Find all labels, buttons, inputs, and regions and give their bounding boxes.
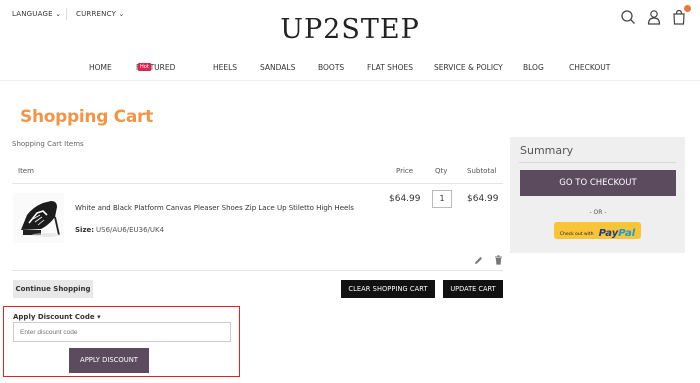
column-header-price: Price [396,167,414,175]
edit-icon[interactable] [474,256,483,265]
summary-title: Summary [520,144,574,157]
discount-toggle[interactable]: Apply Discount Code ▾ [13,313,101,321]
currency-selector[interactable]: CURRENCY ⌄ [76,10,125,18]
go-to-checkout-button[interactable]: GO TO CHECKOUT [520,170,676,196]
divider [12,270,503,271]
size-value: US6/AU6/EU36/UK4 [96,226,165,234]
search-icon[interactable] [620,9,636,25]
column-header-qty: Qty [435,167,448,175]
topbar: LANGUAGE ⌄ CURRENCY ⌄ UP2STEP [0,0,700,55]
caret-down-icon: ▾ [97,313,101,321]
update-cart-button[interactable]: UPDATE CART [443,280,503,298]
language-selector[interactable]: LANGUAGE ⌄ [12,10,61,18]
nav-item-home[interactable]: HOME [89,63,112,72]
clear-cart-button[interactable]: CLEAR SHOPPING CART [341,280,435,298]
user-icon[interactable] [646,9,662,25]
paypal-checkout-button[interactable]: Check out with PayPal [554,222,641,239]
chevron-down-icon: ⌄ [118,10,125,18]
apply-discount-button[interactable]: APPLY DISCOUNT [69,348,149,373]
quantity-input[interactable]: 1 [432,190,452,208]
column-header-subtotal: Subtotal [467,167,497,175]
item-subtotal: $64.99 [467,194,499,204]
nav-item-sandals[interactable]: SANDALS [260,63,295,72]
chevron-down-icon: ⌄ [55,10,62,18]
nav-item-boots[interactable]: BOOTS [318,63,344,72]
nav-item-checkout[interactable]: CHECKOUT [569,63,610,72]
divider [66,8,67,20]
discount-code-input[interactable] [13,322,231,342]
nav-item-flat-shoes[interactable]: FLAT SHOES [367,63,413,72]
section-label: Shopping Cart Items [12,140,84,148]
column-header-item: Item [18,167,34,175]
trash-icon[interactable] [494,255,503,265]
or-separator: - OR - [589,209,607,216]
cart-count-badge [684,5,691,12]
item-price: $64.99 [389,194,421,204]
nav-item-blog[interactable]: BLOG [523,63,544,72]
nav-item-service-policy[interactable]: SERVICE & POLICY [434,63,503,72]
hot-badge: Hot [138,63,151,71]
nav-item-heels[interactable]: HEELS [213,63,237,72]
size-label: Size: [75,226,95,234]
product-name[interactable]: White and Black Platform Canvas Pleaser … [75,204,354,212]
divider [0,80,700,81]
site-logo[interactable]: UP2STEP [280,14,420,45]
page-title: Shopping Cart [20,107,153,127]
product-image[interactable] [13,193,64,243]
divider [519,162,676,163]
divider [12,183,503,184]
continue-shopping-button[interactable]: Continue Shopping [13,280,93,298]
main-nav: HOME FEATURED Hot HEELS SANDALS BOOTS FLA… [89,63,611,72]
